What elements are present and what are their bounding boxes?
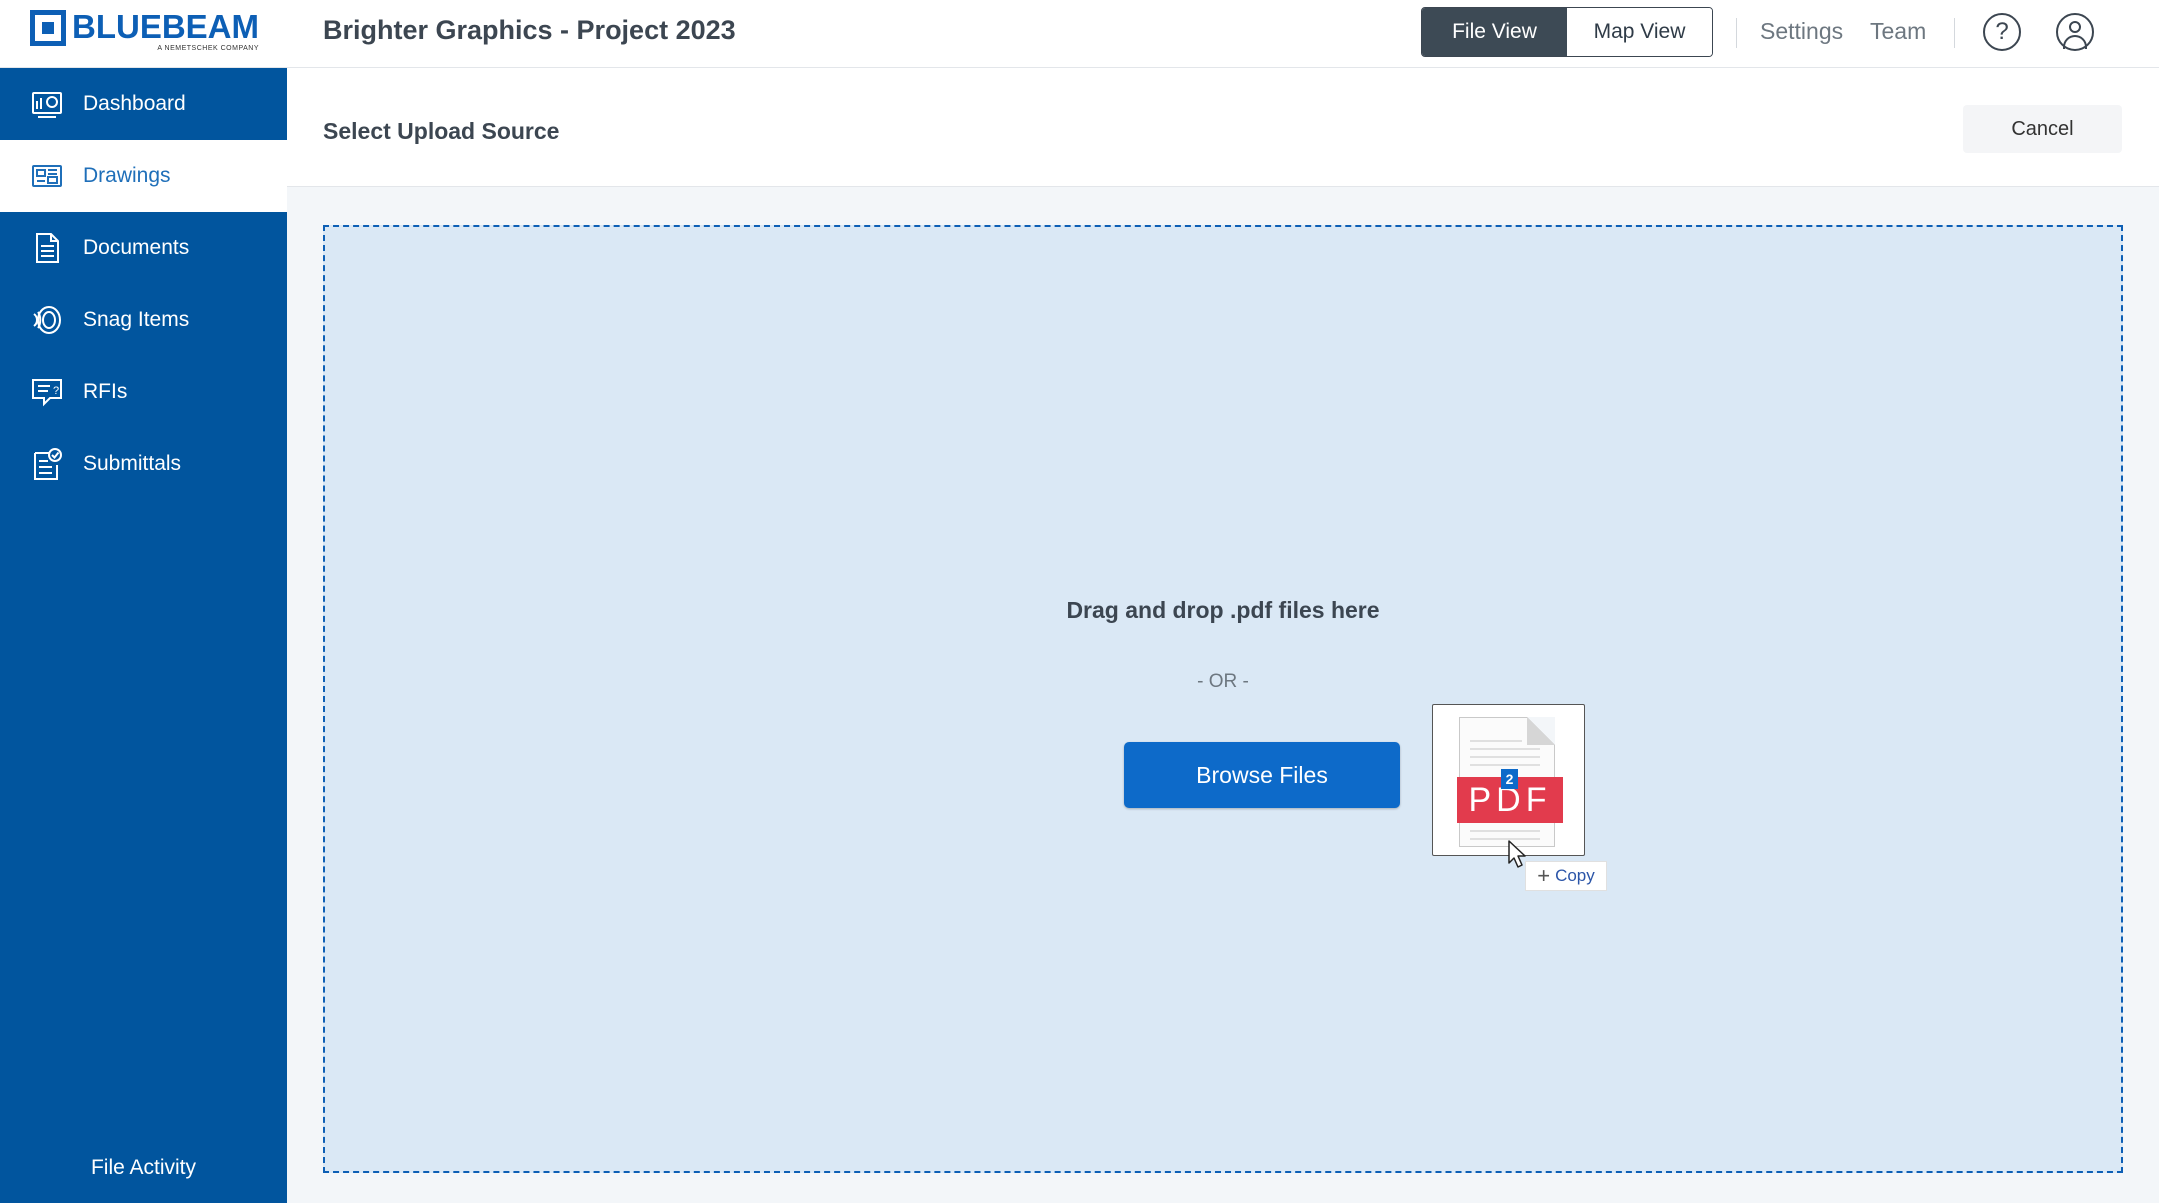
sidebar-item-label: RFIs	[83, 380, 128, 403]
top-bar: BLUEBEAM A NEMETSCHEK COMPANY Brighter G…	[0, 0, 2159, 68]
copy-label: Copy	[1555, 866, 1595, 885]
documents-icon	[36, 233, 59, 263]
sidebar-item-label: Dashboard	[83, 92, 186, 115]
sidebar-item-documents[interactable]: Documents	[0, 212, 287, 284]
sidebar-item-drawings[interactable]: Drawings	[0, 140, 287, 212]
sidebar-item-snag-items[interactable]: Snag Items	[0, 284, 287, 356]
cancel-button[interactable]: Cancel	[1963, 105, 2122, 153]
plus-icon: +	[1537, 863, 1551, 888]
bluebeam-logo[interactable]: BLUEBEAM A NEMETSCHEK COMPANY	[30, 10, 259, 56]
help-icon[interactable]: ?	[1983, 13, 2021, 51]
upload-source-header: Select Upload Source Cancel	[287, 68, 2159, 187]
map-view-button[interactable]: Map View	[1567, 8, 1712, 56]
drawings-icon	[32, 165, 62, 187]
sidebar-item-rfis[interactable]: ? RFIs	[0, 356, 287, 428]
view-toggle: File View Map View	[1421, 7, 1713, 57]
settings-link[interactable]: Settings	[1760, 18, 1843, 45]
header-divider	[1736, 18, 1737, 48]
submittals-icon	[34, 448, 62, 480]
file-count-badge: 2	[1501, 769, 1518, 789]
rfis-icon: ?	[32, 379, 62, 407]
copy-indicator: + Copy	[1525, 861, 1607, 891]
team-link[interactable]: Team	[1870, 18, 1926, 45]
logo-tagline: A NEMETSCHEK COMPANY	[157, 45, 259, 52]
snag-items-icon	[33, 306, 61, 334]
file-activity-link[interactable]: File Activity	[0, 1156, 287, 1180]
project-title: Brighter Graphics - Project 2023	[323, 15, 736, 45]
file-view-button[interactable]: File View	[1422, 8, 1567, 56]
file-dropzone[interactable]: Drag and drop .pdf files here - OR - Bro…	[323, 225, 2123, 1173]
dropzone-prompt: Drag and drop .pdf files here	[1066, 597, 1380, 623]
drag-preview: PDF 2	[1432, 704, 1585, 868]
sidebar-item-label: Drawings	[83, 164, 171, 187]
svg-text:?: ?	[53, 385, 59, 397]
logo-mark-icon	[30, 10, 66, 46]
logo-wordmark: BLUEBEAM	[72, 8, 259, 45]
or-separator: - OR -	[1197, 671, 1249, 692]
page-title: Select Upload Source	[323, 118, 560, 144]
sidebar-item-label: Snag Items	[83, 308, 190, 331]
sidebar-item-submittals[interactable]: Submittals	[0, 428, 287, 500]
sidebar-item-label: Submittals	[83, 452, 182, 475]
main-content: Select Upload Source Cancel Drag and dro…	[287, 68, 2159, 1203]
sidebar-item-dashboard[interactable]: Dashboard	[0, 68, 287, 140]
header-divider	[1954, 18, 1955, 48]
sidebar-item-label: Documents	[83, 236, 190, 259]
sidebar: Dashboard Drawings Documents Snag Items …	[0, 68, 287, 1203]
user-account-icon[interactable]	[2056, 13, 2094, 51]
browse-files-button[interactable]: Browse Files	[1124, 742, 1400, 808]
dashboard-icon	[32, 92, 62, 118]
